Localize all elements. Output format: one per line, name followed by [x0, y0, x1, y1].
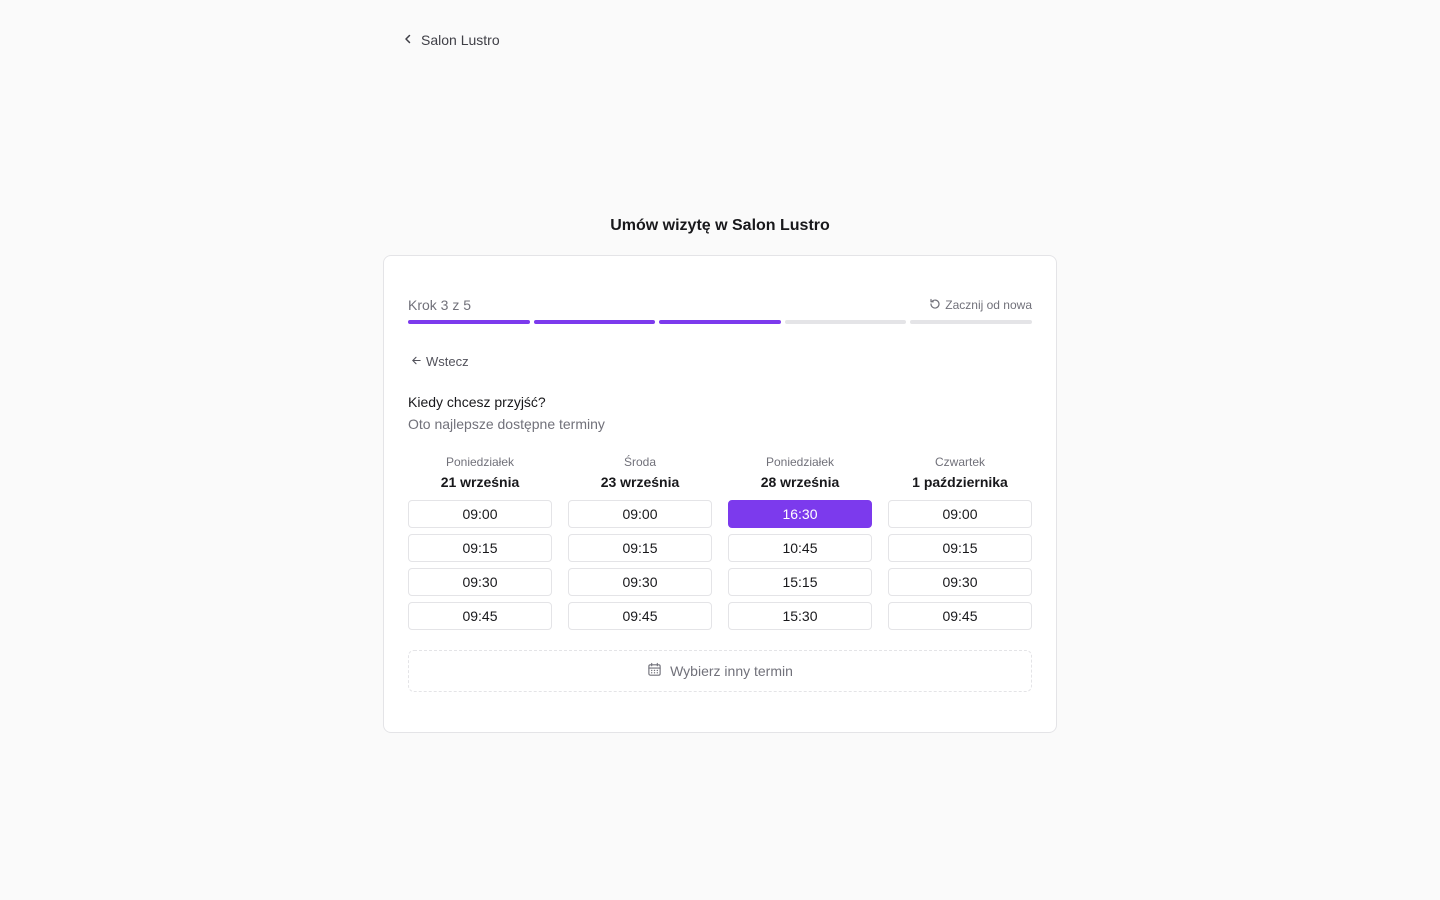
back-step-label: Wstecz	[426, 354, 469, 369]
available-days-grid: Poniedziałek 21 września 09:00 09:15 09:30 09…	[408, 455, 1032, 630]
day-date: 21 września	[440, 474, 520, 490]
time-slot-button[interactable]: 09:45	[888, 602, 1032, 630]
page-title: Umów wizytę w Salon Lustro	[610, 217, 830, 234]
time-slot-button[interactable]: 09:00	[408, 500, 552, 528]
time-slot-button[interactable]: 15:30	[728, 602, 872, 630]
time-slot-list: 09:00 09:15 09:30 09:45	[888, 500, 1032, 630]
day-column: Środa 23 września 09:00 09:15 09:30 09:45	[568, 455, 712, 630]
back-link-label: Salon Lustro	[421, 32, 500, 48]
time-slot-button[interactable]: 09:30	[888, 568, 1032, 596]
day-weekday: Poniedziałek	[765, 455, 835, 469]
time-slot-button-selected[interactable]: 16:30	[728, 500, 872, 528]
chevron-left-icon	[402, 32, 414, 48]
progress-segment	[659, 320, 781, 324]
time-slot-button[interactable]: 10:45	[728, 534, 872, 562]
progress-segment	[784, 320, 907, 324]
time-slot-button[interactable]: 09:30	[568, 568, 712, 596]
arrow-left-icon	[411, 354, 422, 369]
day-column: Poniedziałek 28 września 16:30 10:45 15:15 15…	[728, 455, 872, 630]
day-weekday: Poniedziałek	[445, 455, 515, 469]
day-column: Poniedziałek 21 września 09:00 09:15 09:30 09…	[408, 455, 552, 630]
time-slot-button[interactable]: 09:00	[888, 500, 1032, 528]
question-subtitle: Oto najlepsze dostępne terminy	[408, 416, 605, 432]
choose-other-date-label: Wybierz inny termin	[670, 663, 793, 679]
time-slot-list: 16:30 10:45 15:15 15:30	[728, 500, 872, 630]
restart-button[interactable]: Zacznij od nowa	[929, 298, 1032, 313]
progress-segment	[910, 320, 1032, 324]
step-progress-bar	[408, 320, 1032, 324]
question-title: Kiedy chcesz przyjść?	[408, 394, 546, 410]
progress-segment	[408, 320, 530, 324]
time-slot-button[interactable]: 09:30	[408, 568, 552, 596]
time-slot-list: 09:00 09:15 09:30 09:45	[568, 500, 712, 630]
time-slot-button[interactable]: 15:15	[728, 568, 872, 596]
calendar-icon	[647, 662, 662, 680]
time-slot-button[interactable]: 09:15	[568, 534, 712, 562]
booking-card: Krok 3 z 5 Zacznij od nowa Wstecz Kiedy …	[383, 255, 1057, 733]
time-slot-list: 09:00 09:15 09:30 09:45	[408, 500, 552, 630]
step-indicator: Krok 3 z 5	[408, 297, 472, 313]
choose-other-date-button[interactable]: Wybierz inny termin	[408, 650, 1032, 692]
day-date: 28 września	[760, 474, 840, 490]
step-header: Krok 3 z 5 Zacznij od nowa	[408, 297, 1032, 313]
day-date: 23 września	[600, 474, 680, 490]
day-weekday: Środa	[623, 455, 657, 469]
progress-segment	[533, 320, 656, 324]
time-slot-button[interactable]: 09:45	[408, 602, 552, 630]
time-slot-button[interactable]: 09:00	[568, 500, 712, 528]
time-slot-button[interactable]: 09:15	[888, 534, 1032, 562]
time-slot-button[interactable]: 09:45	[568, 602, 712, 630]
restart-label: Zacznij od nowa	[945, 298, 1032, 312]
time-slot-button[interactable]: 09:15	[408, 534, 552, 562]
back-to-salon-link[interactable]: Salon Lustro	[402, 32, 500, 48]
day-date: 1 października	[912, 474, 1008, 490]
day-column: Czwartek 1 października 09:00 09:15 09:30 09:…	[888, 455, 1032, 630]
day-weekday: Czwartek	[934, 455, 985, 469]
back-step-button[interactable]: Wstecz	[411, 354, 469, 369]
refresh-icon	[929, 298, 941, 313]
